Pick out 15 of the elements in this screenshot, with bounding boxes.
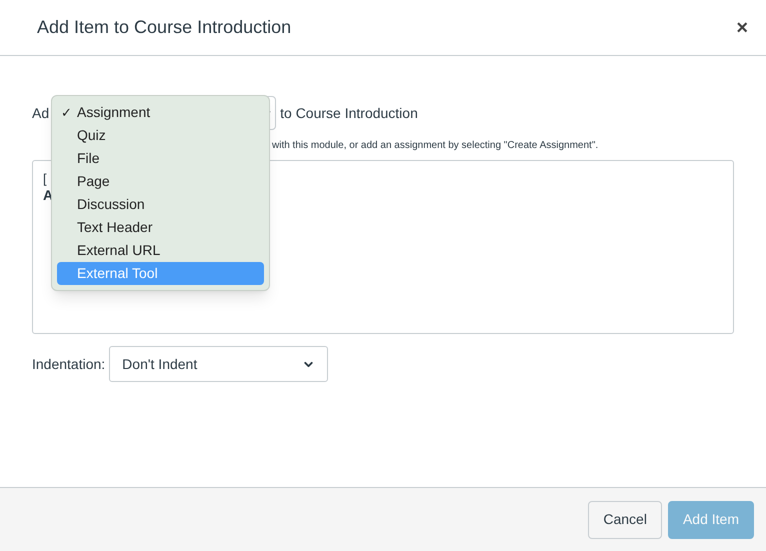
target-label: to Course Introduction xyxy=(280,104,418,122)
menu-item[interactable]: ✓ Assignment xyxy=(57,101,264,124)
indentation-select[interactable]: Don't Indent xyxy=(109,346,328,382)
menu-item[interactable]: Quiz xyxy=(57,124,264,147)
menu-item[interactable]: External URL xyxy=(57,239,264,262)
cancel-button[interactable]: Cancel xyxy=(588,500,662,538)
hint-text: with this module, or add an assignment by selecting "Create Assignment". xyxy=(272,138,598,152)
list-text: [ xyxy=(43,171,47,187)
menu-item[interactable]: Text Header xyxy=(57,216,264,239)
close-button[interactable]: × xyxy=(732,12,752,42)
indentation-label: Indentation: xyxy=(32,354,106,374)
add-label: Ad xyxy=(32,104,50,122)
menu-item[interactable]: Discussion xyxy=(57,193,264,216)
menu-item[interactable]: Page xyxy=(57,170,264,193)
dialog-title: Add Item to Course Introduction xyxy=(37,16,292,39)
